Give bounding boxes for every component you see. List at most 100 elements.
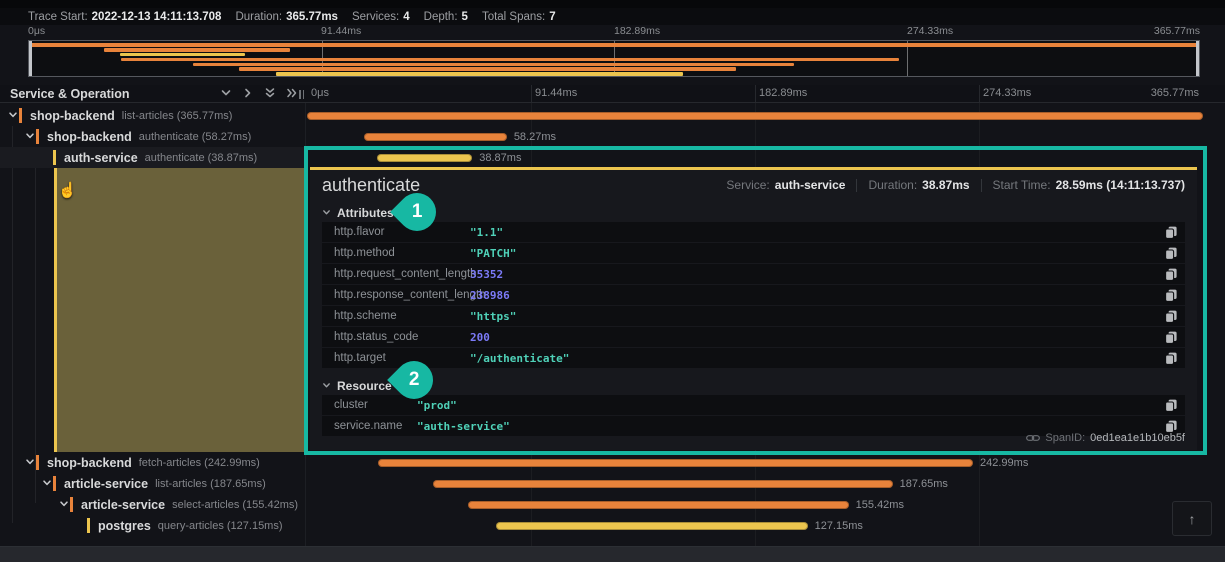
attribute-row: http.method "PATCH" xyxy=(322,243,1185,263)
operation-name: authenticate (38.87ms) xyxy=(144,151,258,164)
span-row[interactable]: auth-service authenticate (38.87ms) 38.87m… xyxy=(0,147,1225,168)
span-duration-bar[interactable] xyxy=(432,479,893,488)
span-row[interactable]: shop-backend list-articles (365.77ms) xyxy=(0,105,1225,126)
attribute-row: http.scheme "https" xyxy=(322,306,1185,326)
copy-icon[interactable] xyxy=(1165,352,1177,365)
attribute-key: http.response_content_length xyxy=(334,289,486,301)
trace-summary-item: Trace Start: 2022-12-13 14:11:13.708 xyxy=(28,10,222,23)
operation-name: query-articles (127.15ms) xyxy=(157,519,283,532)
span-row[interactable]: postgres query-articles (127.15ms) 127.15m… xyxy=(0,515,1225,536)
attribute-key: http.scheme xyxy=(334,310,397,322)
chevron-down-icon[interactable] xyxy=(42,475,53,493)
operation-name: authenticate (58.27ms) xyxy=(138,130,252,143)
attribute-value: 200 xyxy=(470,330,490,344)
minimap-span-bar xyxy=(239,67,737,71)
span-duration-bar[interactable] xyxy=(307,111,1203,120)
copy-icon[interactable] xyxy=(1165,268,1177,281)
minimap-right-handle[interactable] xyxy=(1196,41,1199,76)
service-name: article-service xyxy=(81,497,166,512)
span-duration-bar[interactable] xyxy=(377,458,974,467)
collapse-all-icon[interactable] xyxy=(264,87,276,99)
copy-icon[interactable] xyxy=(1165,310,1177,323)
span-duration-bar[interactable] xyxy=(377,153,473,162)
trace-minimap[interactable] xyxy=(28,40,1200,77)
section-title: Attributes xyxy=(337,206,394,220)
span-row[interactable]: article-service list-articles (187.65ms) 1… xyxy=(0,473,1225,494)
attribute-key: http.status_code xyxy=(334,331,419,343)
copy-icon[interactable] xyxy=(1165,247,1177,260)
service-name: postgres xyxy=(98,518,151,533)
span-duration-label: 127.15ms xyxy=(814,519,863,532)
span-id-label: SpanID: xyxy=(1045,432,1086,444)
operation-name: list-articles (365.77ms) xyxy=(121,109,233,122)
attribute-key: http.flavor xyxy=(334,226,385,238)
service-name: article-service xyxy=(64,476,149,491)
span-meta: Service: auth-service Duration: 38.87ms Star… xyxy=(726,178,1185,192)
operation-name: list-articles (187.65ms) xyxy=(155,477,266,490)
copy-icon[interactable] xyxy=(1165,399,1177,412)
minimap-span-bar xyxy=(29,43,1199,47)
span-duration-label: 38.87ms xyxy=(479,151,522,164)
minimap-span-bar xyxy=(120,53,245,57)
attribute-key: cluster xyxy=(334,399,368,411)
copy-icon[interactable] xyxy=(1165,226,1177,239)
chevron-down-icon[interactable] xyxy=(25,128,36,146)
span-color-marker xyxy=(53,150,56,165)
attribute-row: http.target "/authenticate" xyxy=(322,348,1185,368)
mouse-cursor: ☝ xyxy=(58,182,77,199)
attribute-value: "https" xyxy=(470,309,517,323)
span-row[interactable]: shop-backend authenticate (58.27ms) 58.27m… xyxy=(0,126,1225,147)
scroll-to-top-button[interactable]: ↑ xyxy=(1172,501,1212,536)
tick-separator xyxy=(755,85,756,103)
minimap-span-bar xyxy=(121,57,899,62)
meta-item: Start Time: 28.59ms (14:11:13.737) xyxy=(992,178,1185,192)
attribute-row: http.request_content_length 35352 xyxy=(322,264,1185,284)
span-duration-bar[interactable] xyxy=(364,132,507,141)
attribute-key: http.target xyxy=(334,352,386,364)
timeline-tick-label: 274.33ms xyxy=(983,87,1032,99)
chevron-down-icon[interactable] xyxy=(25,454,36,472)
service-operation-header: Service & Operation xyxy=(10,87,130,101)
span-duration-bar[interactable] xyxy=(496,521,808,530)
trace-summary-item: Depth: 5 xyxy=(423,10,468,23)
trace-main-area: ☝ authenticate Service: auth-service Durat… xyxy=(0,103,1225,546)
arrow-up-icon: ↑ xyxy=(1188,510,1196,527)
trace-summary-item: Services: 4 xyxy=(351,10,410,23)
span-color-marker xyxy=(36,455,39,470)
minimap-tick-label: 274.33ms xyxy=(907,25,954,37)
chevron-down-icon[interactable] xyxy=(59,496,70,514)
window-top-strip xyxy=(0,0,1225,8)
section-title: Resource xyxy=(337,379,392,393)
section-header-resource[interactable]: Resource xyxy=(322,377,1185,395)
minimap-left-handle[interactable] xyxy=(29,41,32,76)
meta-separator xyxy=(980,178,982,192)
section-header-attributes[interactable]: Attributes xyxy=(322,204,1185,222)
span-duration-bar[interactable] xyxy=(467,500,849,509)
trace-viewer: Trace Start: 2022-12-13 14:11:13.708 Durat… xyxy=(0,0,1225,562)
span-duration-label: 58.27ms xyxy=(513,130,557,143)
minimap-span-bar xyxy=(193,62,794,66)
span-color-marker xyxy=(70,497,73,512)
attribute-row: cluster "prod" xyxy=(322,395,1185,415)
span-row[interactable]: article-service select-articles (155.42ms… xyxy=(0,494,1225,515)
collapse-one-icon[interactable] xyxy=(220,87,232,99)
attribute-key: service.name xyxy=(334,420,403,432)
tick-separator xyxy=(979,85,980,103)
span-row[interactable]: shop-backend fetch-articles (242.99ms) 242… xyxy=(0,452,1225,473)
column-resize-handle[interactable] xyxy=(299,90,304,99)
copy-icon[interactable] xyxy=(1165,331,1177,344)
expand-one-icon[interactable] xyxy=(242,87,254,99)
expand-all-icon[interactable] xyxy=(286,87,298,99)
span-color-marker xyxy=(87,518,90,533)
trace-summary-item: Total Spans: 7 xyxy=(481,10,556,23)
attribute-value: "prod" xyxy=(417,398,457,412)
link-icon[interactable] xyxy=(1026,434,1041,442)
service-name: shop-backend xyxy=(47,455,132,470)
span-color-marker xyxy=(19,108,22,123)
span-detail-panel: authenticate Service: auth-service Duratio… xyxy=(310,167,1197,450)
attribute-value: "/authenticate" xyxy=(470,351,570,365)
copy-icon[interactable] xyxy=(1165,289,1177,302)
columns-header: Service & Operation 0μs 91.44ms 182.89ms 27… xyxy=(0,85,1225,103)
chevron-down-icon[interactable] xyxy=(8,107,19,125)
service-name: auth-service xyxy=(64,150,138,165)
